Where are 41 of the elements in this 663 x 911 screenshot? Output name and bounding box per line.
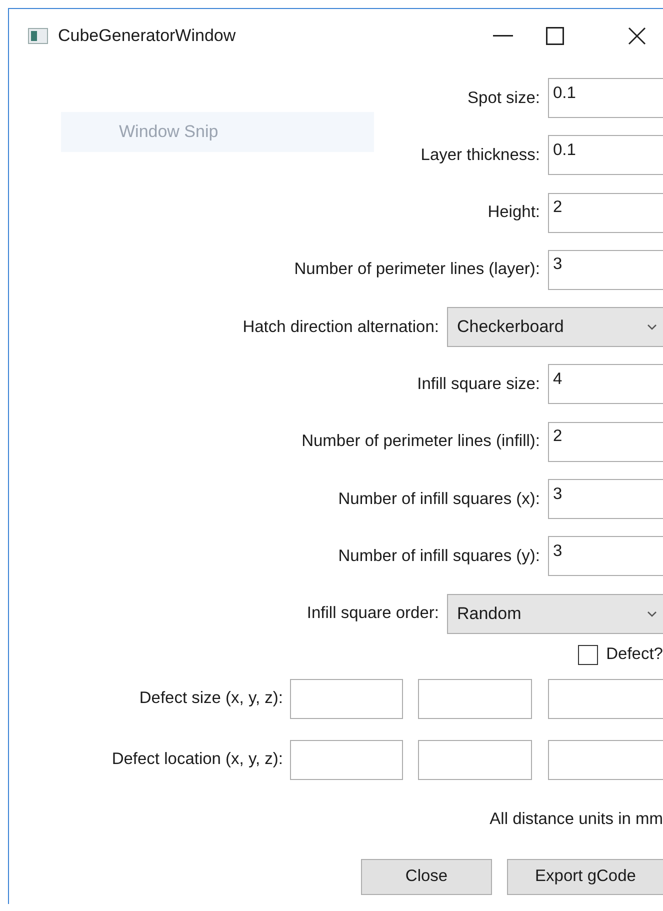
snip-tooltip: Window Snip	[61, 112, 374, 152]
close-icon	[628, 27, 646, 45]
field-label: Defect location (x, y, z):	[112, 750, 283, 770]
field-label: Layer thickness:	[420, 146, 540, 165]
minimize-icon	[493, 35, 513, 37]
field-label: Number of infill squares (y):	[338, 546, 540, 566]
input-field[interactable]: 3	[548, 250, 663, 290]
input-field[interactable]: 0.1	[548, 135, 663, 176]
close-dialog-button[interactable]: Close	[361, 858, 492, 895]
input-field[interactable]: 2	[548, 422, 663, 462]
input-field[interactable]: 4	[548, 364, 663, 404]
field-label: Height:	[488, 203, 540, 222]
input-field[interactable]	[418, 740, 532, 780]
input-field[interactable]	[290, 740, 403, 780]
maximize-icon	[546, 27, 564, 45]
input-field[interactable]	[548, 678, 663, 719]
input-field[interactable]	[418, 678, 532, 719]
checkbox-label: Defect?	[606, 645, 663, 664]
dropdown[interactable]: Random	[447, 594, 663, 634]
app-icon	[28, 28, 48, 44]
field-label: Hatch direction alternation:	[242, 318, 439, 337]
field-label: Number of infill squares (x):	[338, 490, 540, 509]
window-title: CubeGeneratorWindow	[58, 26, 237, 46]
export-button[interactable]: Export gCode	[507, 858, 663, 895]
defect-checkbox[interactable]	[578, 644, 598, 665]
field-label: Infill square order:	[306, 604, 439, 624]
input-field[interactable]: 3	[548, 536, 663, 576]
input-field[interactable]: 2	[548, 192, 663, 233]
field-label: Defect size (x, y, z):	[139, 689, 283, 708]
input-field[interactable]	[290, 678, 403, 719]
field-label: Spot size:	[468, 88, 540, 108]
units-note: All distance units in mm	[490, 810, 663, 830]
input-field[interactable]: 3	[548, 479, 663, 520]
field-label: Number of perimeter lines (layer):	[294, 260, 540, 280]
chevron-down-icon	[647, 610, 657, 617]
input-field[interactable]: 0.1	[548, 78, 663, 118]
input-field[interactable]	[548, 740, 663, 780]
dropdown[interactable]: Checkerboard	[447, 307, 663, 348]
field-label: Number of perimeter lines (infill):	[302, 432, 540, 452]
field-label: Infill square size:	[417, 374, 540, 394]
chevron-down-icon	[647, 324, 657, 330]
